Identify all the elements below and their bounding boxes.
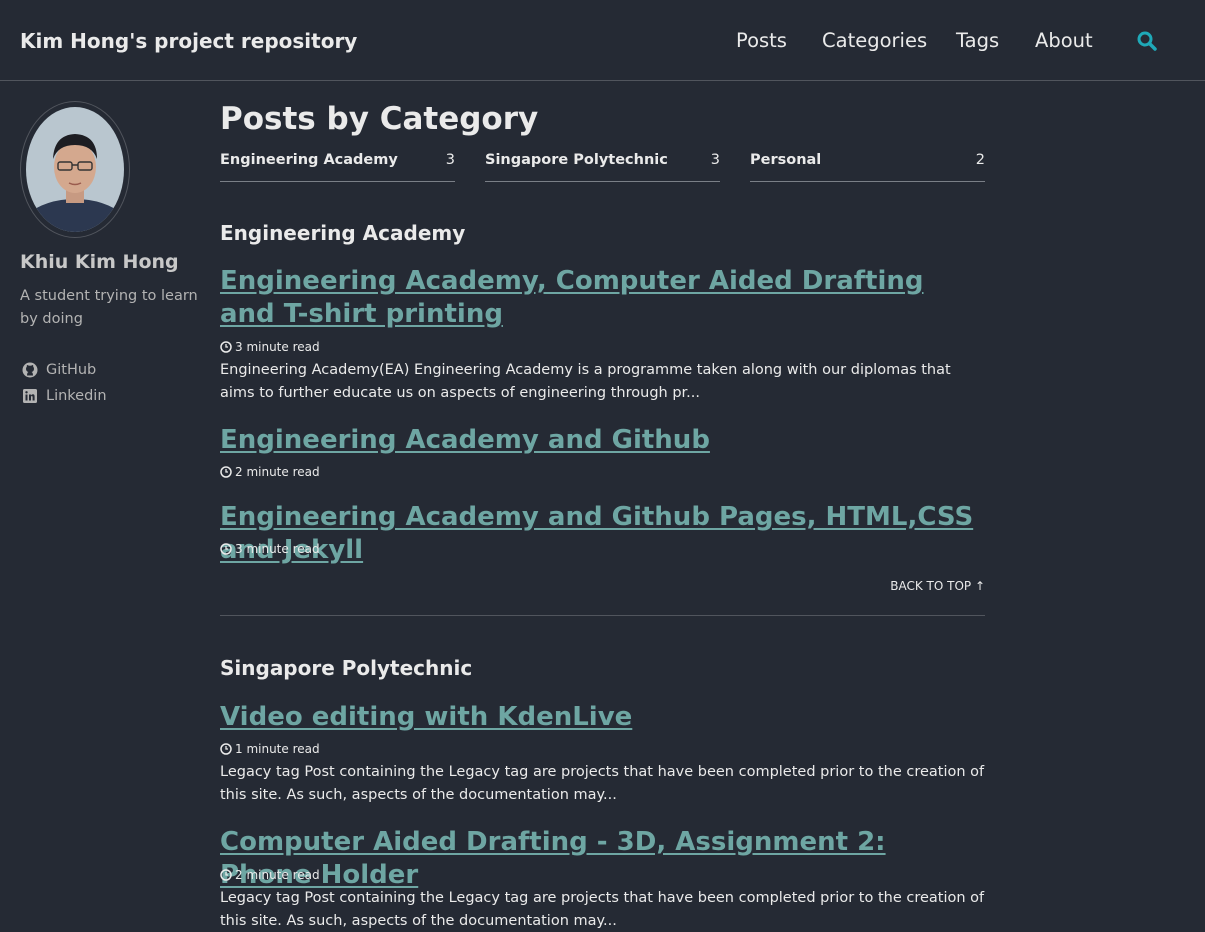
nav-about[interactable]: About	[1035, 29, 1093, 52]
search-icon[interactable]	[1136, 30, 1160, 54]
read-time-text: 2 minute read	[235, 465, 320, 479]
section-divider	[220, 615, 985, 616]
read-time: 3 minute read	[220, 340, 320, 354]
linkedin-link[interactable]: Linkedin	[20, 379, 210, 413]
author-bio: A student trying to learn by doing	[20, 288, 198, 327]
read-time: 2 minute read	[220, 465, 320, 479]
post-excerpt: Legacy tag Post containing the Legacy ta…	[220, 764, 985, 803]
read-time: 1 minute read	[220, 742, 320, 756]
post-title-link[interactable]: Engineering Academy and Github Pages, HT…	[220, 501, 980, 567]
back-to-top-link[interactable]: BACK TO TOP ↑	[880, 579, 985, 593]
linkedin-icon	[22, 388, 38, 404]
category-count: 3	[710, 152, 720, 168]
author-sidebar: Khiu Kim Hong A student trying to learn …	[20, 101, 210, 413]
category-count: 3	[445, 152, 455, 168]
main-nav: Posts Categories Tags About	[0, 29, 1205, 57]
nav-posts[interactable]: Posts	[736, 29, 787, 52]
clock-icon	[220, 466, 232, 478]
github-icon	[22, 362, 38, 378]
post-excerpt: Engineering Academy(EA) Engineering Acad…	[220, 362, 951, 401]
section-title: Engineering Academy	[220, 221, 466, 245]
category-index-item[interactable]: Engineering Academy 3	[220, 152, 455, 182]
main-content: Posts by Category Engineering Academy 3 …	[220, 100, 985, 192]
category-name: Singapore Polytechnic	[485, 152, 668, 168]
nav-categories[interactable]: Categories	[822, 29, 927, 52]
github-link-label: GitHub	[46, 362, 97, 378]
page-title: Posts by Category	[220, 101, 539, 137]
author-links: GitHub Linkedin	[20, 353, 210, 413]
clock-icon	[220, 869, 232, 881]
read-time: 3 minute read	[220, 542, 320, 556]
read-time: 2 minute read	[220, 868, 320, 882]
post-excerpt: Legacy tag Post containing the Legacy ta…	[220, 890, 985, 929]
read-time-text: 3 minute read	[235, 542, 320, 556]
clock-icon	[220, 743, 232, 755]
category-index: Engineering Academy 3 Singapore Polytech…	[220, 152, 985, 192]
post-title-link[interactable]: Engineering Academy and Github	[220, 424, 960, 457]
post-title-link[interactable]: Computer Aided Drafting - 3D, Assignment…	[220, 826, 960, 892]
read-time-text: 2 minute read	[235, 868, 320, 882]
read-time-text: 3 minute read	[235, 340, 320, 354]
read-time-text: 1 minute read	[235, 742, 320, 756]
category-name: Personal	[750, 152, 822, 168]
clock-icon	[220, 341, 232, 353]
category-index-item[interactable]: Personal 2	[750, 152, 985, 182]
masthead: Kim Hong's project repository Posts Cate…	[0, 0, 1205, 81]
post-title-link[interactable]: Video editing with KdenLive	[220, 701, 960, 734]
section-title: Singapore Polytechnic	[220, 656, 473, 680]
category-index-item[interactable]: Singapore Polytechnic 3	[485, 152, 720, 182]
nav-tags[interactable]: Tags	[956, 29, 999, 52]
clock-icon	[220, 543, 232, 555]
author-name: Khiu Kim Hong	[20, 251, 179, 273]
avatar	[20, 101, 130, 238]
category-name: Engineering Academy	[220, 152, 398, 168]
post-title-link[interactable]: Engineering Academy, Computer Aided Draf…	[220, 265, 960, 331]
category-count: 2	[975, 152, 985, 168]
linkedin-link-label: Linkedin	[46, 388, 107, 404]
